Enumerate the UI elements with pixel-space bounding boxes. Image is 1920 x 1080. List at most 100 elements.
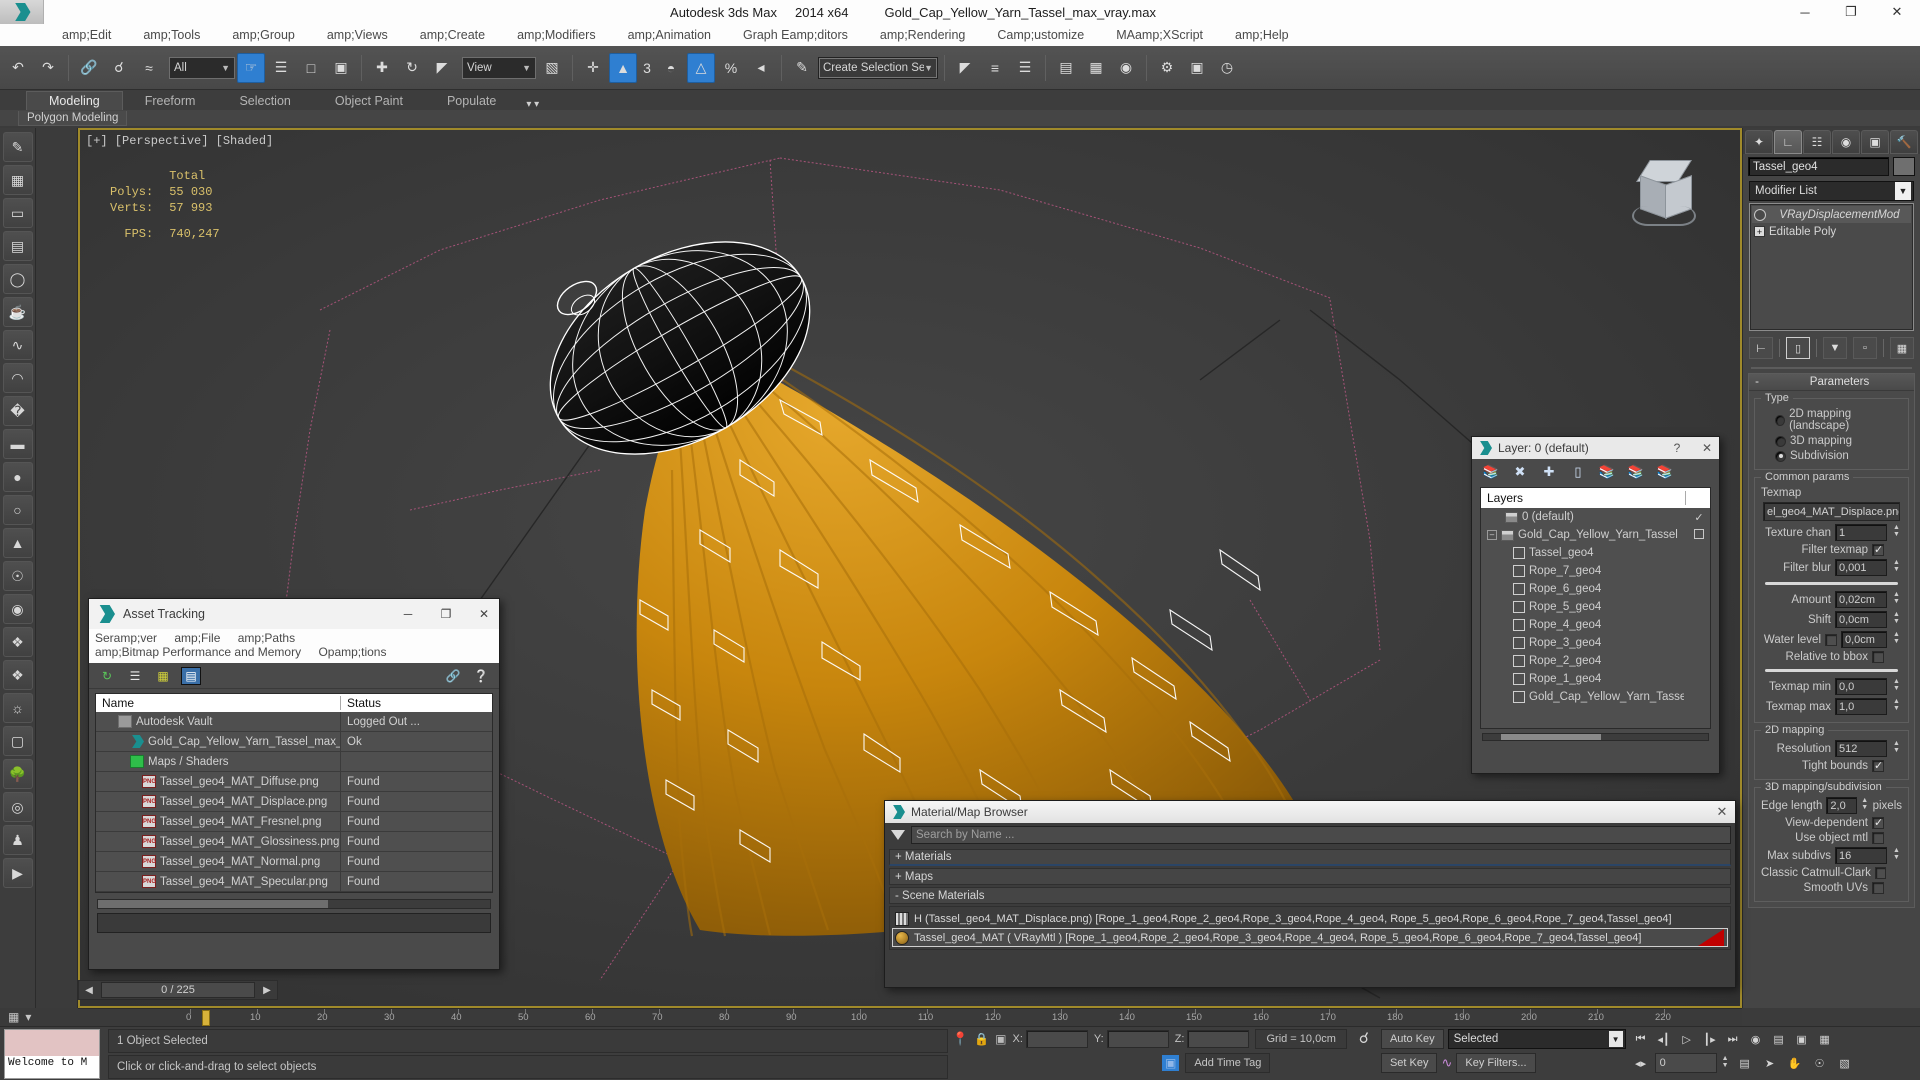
list-item[interactable]: Rope_1_geo4 bbox=[1481, 670, 1710, 688]
list-item[interactable]: Tassel_geo4 bbox=[1481, 544, 1710, 562]
layer-current-check[interactable]: ✓ bbox=[1688, 511, 1710, 524]
spinner-icon[interactable]: ▲ ▼ bbox=[1891, 631, 1902, 648]
zoom-extents-icon[interactable]: ▣ bbox=[1791, 1029, 1813, 1049]
modifier-stack-item-vraydisplacementmod[interactable]: VRayDisplacementMod bbox=[1752, 206, 1911, 223]
section-materials[interactable]: + Materials bbox=[889, 849, 1731, 866]
next-frame-button[interactable]: ▶ bbox=[257, 985, 277, 996]
grid-view-icon[interactable]: ▤ bbox=[181, 666, 201, 685]
ribbon-tab-freeform[interactable]: Freeform bbox=[123, 92, 218, 110]
undo-icon[interactable]: ↶ bbox=[4, 53, 32, 83]
asset-minimize-button[interactable]: ─ bbox=[393, 607, 423, 621]
asset-menu-paths[interactable]: amp;Paths bbox=[238, 631, 295, 645]
x-field[interactable] bbox=[1025, 1030, 1088, 1048]
play-animation-icon[interactable]: ▷ bbox=[1676, 1029, 1698, 1049]
delete-layer-icon[interactable]: ✖ bbox=[1509, 462, 1531, 482]
omni-light-icon[interactable]: ☉ bbox=[2, 561, 33, 591]
material-editor-icon[interactable]: ◉ bbox=[1112, 53, 1140, 83]
layer-close-button[interactable]: ✕ bbox=[1695, 441, 1719, 455]
texmap-max-field[interactable]: 1,0 bbox=[1835, 698, 1887, 715]
table-row[interactable]: PNG Tassel_geo4_MAT_Diffuse.png Found bbox=[96, 772, 492, 792]
modifier-stack[interactable]: VRayDisplacementMod + Editable Poly bbox=[1749, 203, 1914, 331]
key-curve-icon[interactable]: ∿ bbox=[1441, 1055, 1452, 1071]
rectangle-shape-icon[interactable]: ▬ bbox=[2, 429, 33, 459]
select-object-icon[interactable]: ☞ bbox=[237, 52, 265, 83]
list-item[interactable]: Gold_Cap_Yellow_Yarn_Tassel bbox=[1481, 688, 1710, 706]
set-current-icon[interactable]: 📚 bbox=[1625, 462, 1647, 482]
spinner-icon[interactable]: ▲ ▼ bbox=[1891, 559, 1902, 576]
biped-icon[interactable]: ♟ bbox=[2, 825, 33, 855]
relative-to-bbox-checkbox[interactable] bbox=[1872, 651, 1884, 663]
menu-item-views[interactable]: amp;Views bbox=[311, 26, 404, 44]
object-name-field[interactable]: Tassel_geo4 bbox=[1748, 157, 1889, 176]
asset-tracking-dialog[interactable]: Asset Tracking ─ ❐ ✕ Seramp;ver amp;File… bbox=[88, 598, 500, 970]
frame-display[interactable]: 0 / 225 bbox=[101, 982, 255, 998]
spinner-icon[interactable]: ▲ ▼ bbox=[1891, 740, 1902, 757]
view-dependent-checkbox[interactable] bbox=[1872, 816, 1884, 829]
viewport-label[interactable]: [+] [Perspective] [Shaded] bbox=[86, 134, 273, 148]
key-filters-button[interactable]: Key Filters... bbox=[1456, 1053, 1536, 1073]
ribbon-tab-selection[interactable]: Selection bbox=[217, 92, 312, 110]
camera-icon[interactable]: ◉ bbox=[2, 594, 33, 624]
list-item[interactable]: 0 (default) ✓ bbox=[1481, 508, 1710, 526]
tight-bounds-checkbox[interactable] bbox=[1872, 759, 1884, 772]
modify-tab[interactable]: ∟ bbox=[1774, 130, 1802, 154]
key-mode-toggle-icon[interactable]: ☌ bbox=[1359, 1029, 1369, 1047]
auto-key-button[interactable]: Auto Key bbox=[1380, 1029, 1444, 1049]
spline-icon[interactable]: ∿ bbox=[2, 330, 33, 360]
current-frame-field[interactable]: 0 bbox=[1654, 1053, 1717, 1073]
window-crossing-icon[interactable]: ▣ bbox=[327, 53, 355, 83]
layer-help-button[interactable]: ? bbox=[1665, 441, 1689, 455]
spinner-snap-toggle-icon[interactable]: ◂ bbox=[747, 53, 775, 83]
angle-snap-toggle-icon[interactable]: ◓ bbox=[657, 53, 685, 83]
absolute-relative-toggle-icon[interactable]: ▣ bbox=[995, 1032, 1006, 1046]
table-row[interactable]: Maps / Shaders bbox=[96, 752, 492, 772]
key-mode-icon[interactable]: ▤ bbox=[1734, 1053, 1756, 1073]
use-object-mtl-checkbox[interactable] bbox=[1872, 832, 1884, 844]
snaps-toggle-icon[interactable]: ▲ bbox=[609, 52, 637, 83]
orbit-icon[interactable]: ☉ bbox=[1809, 1053, 1831, 1073]
lightbulb-icon[interactable] bbox=[1754, 208, 1766, 221]
filter-funnel-icon[interactable] bbox=[891, 830, 905, 840]
teapot-icon[interactable]: ☕ bbox=[2, 297, 33, 327]
maximize-button[interactable]: ❐ bbox=[1828, 0, 1874, 24]
list-item[interactable]: Rope_7_geo4 bbox=[1481, 562, 1710, 580]
view-cube[interactable] bbox=[1628, 154, 1700, 226]
refresh-icon[interactable]: ↻ bbox=[97, 667, 117, 685]
column-header-name[interactable]: Name bbox=[96, 696, 341, 710]
add-layer-icon[interactable]: ✚ bbox=[1538, 462, 1560, 482]
cone-icon[interactable]: ▲ bbox=[2, 528, 33, 558]
spinner-icon[interactable]: ▲ ▼ bbox=[1891, 591, 1902, 608]
table-row[interactable]: PNG Tassel_geo4_MAT_Fresnel.png Found bbox=[96, 812, 492, 832]
layer-dialog[interactable]: Layer: 0 (default) ? ✕ 📚 ✖ ✚ ▯ 📚 📚 📚 Lay… bbox=[1471, 436, 1720, 774]
curve-editor-icon[interactable]: ▤ bbox=[1052, 53, 1080, 83]
filter-texmap-checkbox[interactable] bbox=[1872, 543, 1884, 556]
key-mode-icon[interactable]: ▦ bbox=[8, 1010, 19, 1024]
particle-system-icon[interactable]: ❖ bbox=[2, 627, 33, 657]
asset-menu-options[interactable]: Opamp;tions bbox=[318, 645, 386, 659]
select-link-icon[interactable]: 🔗 bbox=[75, 53, 103, 83]
select-and-manipulate-icon[interactable]: ✛ bbox=[579, 53, 607, 83]
ribbon-tab-populate[interactable]: Populate bbox=[425, 92, 518, 110]
display-tab[interactable]: ▣ bbox=[1861, 130, 1889, 154]
resolution-field[interactable]: 512 bbox=[1835, 740, 1887, 757]
select-and-rotate-icon[interactable]: ↻ bbox=[398, 53, 426, 83]
search-input[interactable]: Search by Name ... bbox=[911, 826, 1731, 844]
unlink-selection-icon[interactable]: ☌ bbox=[105, 53, 133, 83]
layer-list[interactable]: Layers 0 (default) ✓ – Gold_Cap_Yellow_Y… bbox=[1480, 487, 1711, 729]
table-row[interactable]: Gold_Cap_Yellow_Yarn_Tassel_max_vray.max… bbox=[96, 732, 492, 752]
amount-field[interactable]: 0,02cm bbox=[1835, 591, 1887, 608]
list-item[interactable]: Rope_5_geo4 bbox=[1481, 598, 1710, 616]
select-and-scale-icon[interactable]: ◤ bbox=[428, 53, 456, 83]
list-item[interactable]: Tassel_geo4_MAT ( VRayMtl ) [Rope_1_geo4… bbox=[892, 928, 1728, 947]
app-menu-button[interactable] bbox=[0, 0, 44, 24]
expand-icon[interactable]: + bbox=[1754, 226, 1765, 237]
sphere-icon[interactable]: ● bbox=[2, 462, 33, 492]
render-preview-icon[interactable]: ▶ bbox=[2, 858, 33, 888]
menu-item-maxscript[interactable]: MAamp;XScript bbox=[1100, 26, 1219, 44]
lock-icon[interactable]: 🔒 bbox=[974, 1032, 989, 1046]
reference-coordinate-combo[interactable]: View ▼ bbox=[462, 56, 536, 79]
spinner-icon[interactable]: ▲ ▼ bbox=[1891, 847, 1902, 864]
redo-icon[interactable]: ↷ bbox=[34, 53, 62, 83]
spinner-icon[interactable]: ▲ ▼ bbox=[1891, 524, 1902, 541]
named-selection-sets-combo[interactable]: Create Selection Se ▼ bbox=[818, 56, 938, 79]
